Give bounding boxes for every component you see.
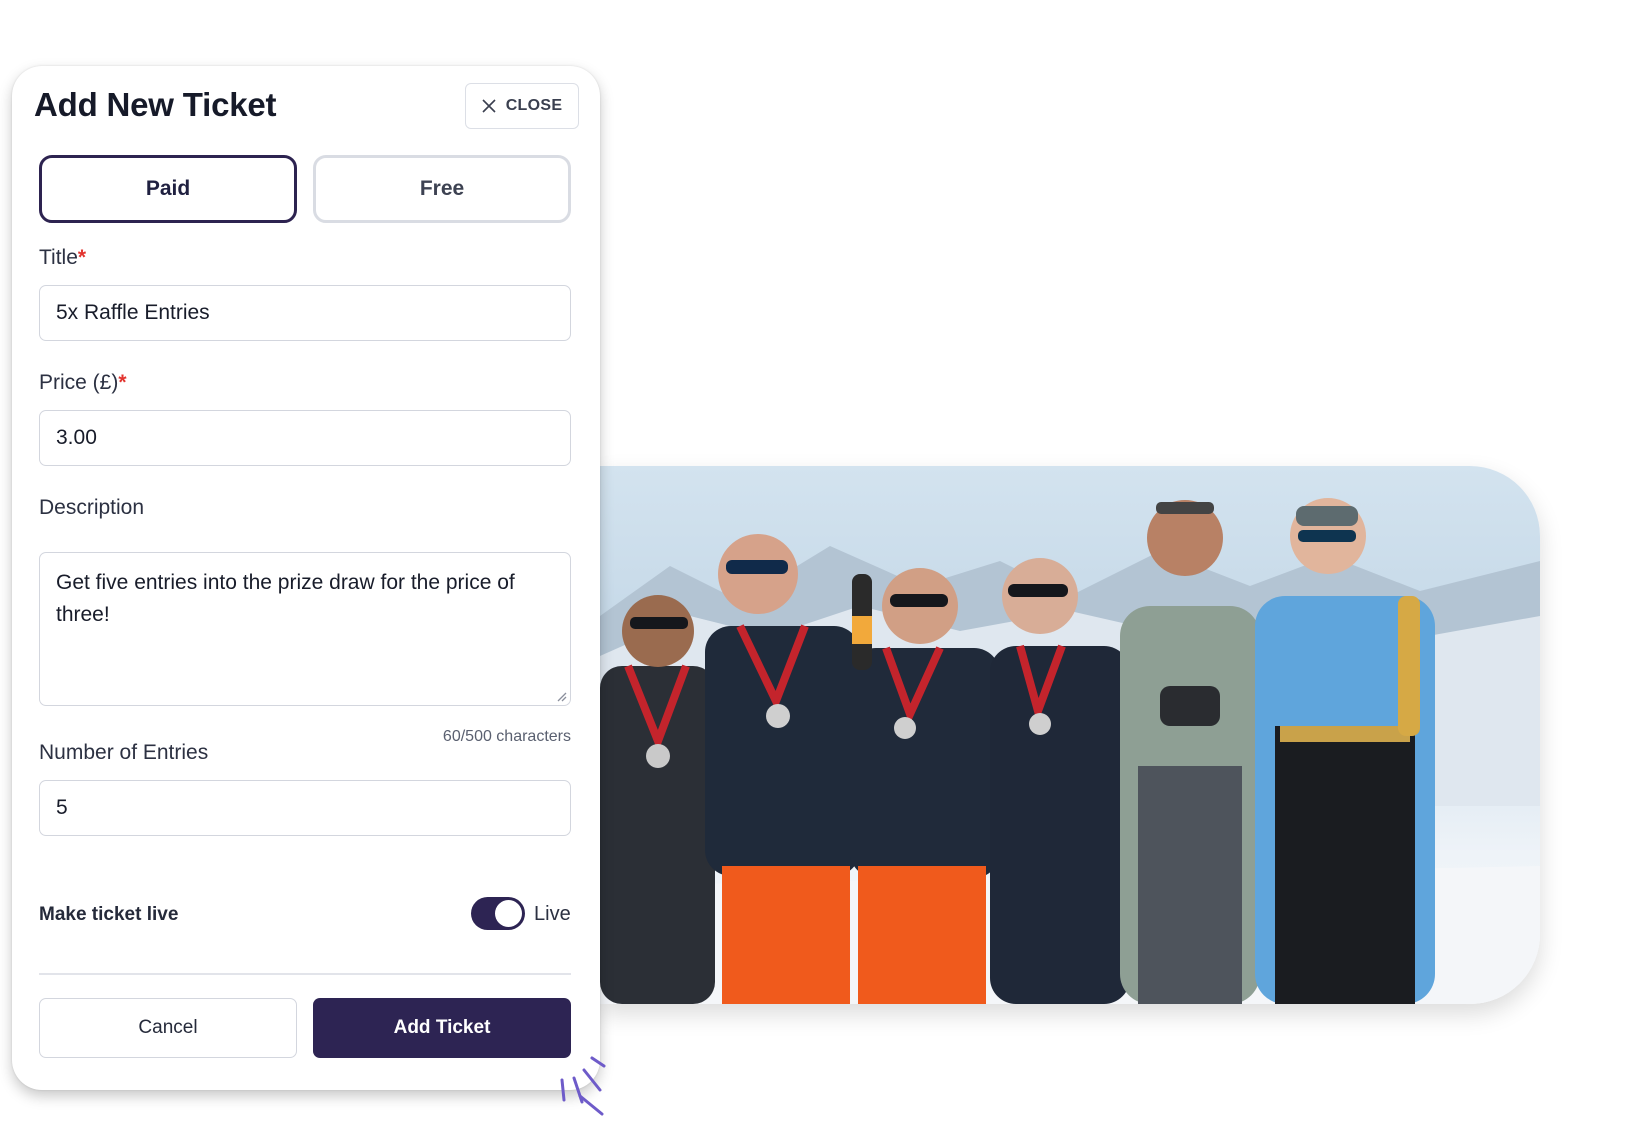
add-ticket-button[interactable]: Add Ticket xyxy=(313,998,571,1058)
title-input[interactable]: 5x Raffle Entries xyxy=(39,285,571,341)
team-photo-illustration xyxy=(600,498,1540,1004)
entries-input-value: 5 xyxy=(56,796,68,819)
description-textarea[interactable]: Get five entries into the prize draw for… xyxy=(39,552,571,706)
cancel-button[interactable]: Cancel xyxy=(39,998,297,1058)
title-input-value: 5x Raffle Entries xyxy=(56,301,210,324)
live-toggle[interactable] xyxy=(471,897,525,930)
price-input[interactable]: 3.00 xyxy=(39,410,571,466)
price-label-text: Price (£) xyxy=(39,371,119,394)
footer-divider xyxy=(39,973,571,975)
title-label: Title* xyxy=(39,246,86,270)
close-icon xyxy=(482,99,496,113)
entries-label: Number of Entries xyxy=(39,741,209,764)
required-mark: * xyxy=(77,246,87,269)
close-button[interactable]: CLOSE xyxy=(465,83,579,129)
toggle-knob xyxy=(495,900,522,927)
required-mark: * xyxy=(118,371,127,394)
ticket-type-free[interactable]: Free xyxy=(313,155,571,223)
live-state-label: Live xyxy=(534,903,571,925)
add-ticket-modal: Add New Ticket CLOSE Paid Free Title* 5x… xyxy=(12,66,600,1090)
description-value: Get five entries into the prize draw for… xyxy=(56,571,515,626)
entries-input[interactable]: 5 xyxy=(39,780,571,836)
title-label-text: Title xyxy=(39,246,78,269)
resize-grip-icon[interactable] xyxy=(555,690,567,702)
sparkle-icon xyxy=(560,1056,606,1116)
ticket-type-paid[interactable]: Paid xyxy=(39,155,297,223)
price-input-value: 3.00 xyxy=(56,426,97,449)
team-photo xyxy=(600,466,1540,1004)
close-label: CLOSE xyxy=(505,97,563,114)
description-label: Description xyxy=(39,496,145,519)
modal-title: Add New Ticket xyxy=(34,86,277,123)
price-label: Price (£)* xyxy=(39,371,127,395)
make-live-label: Make ticket live xyxy=(39,904,179,925)
